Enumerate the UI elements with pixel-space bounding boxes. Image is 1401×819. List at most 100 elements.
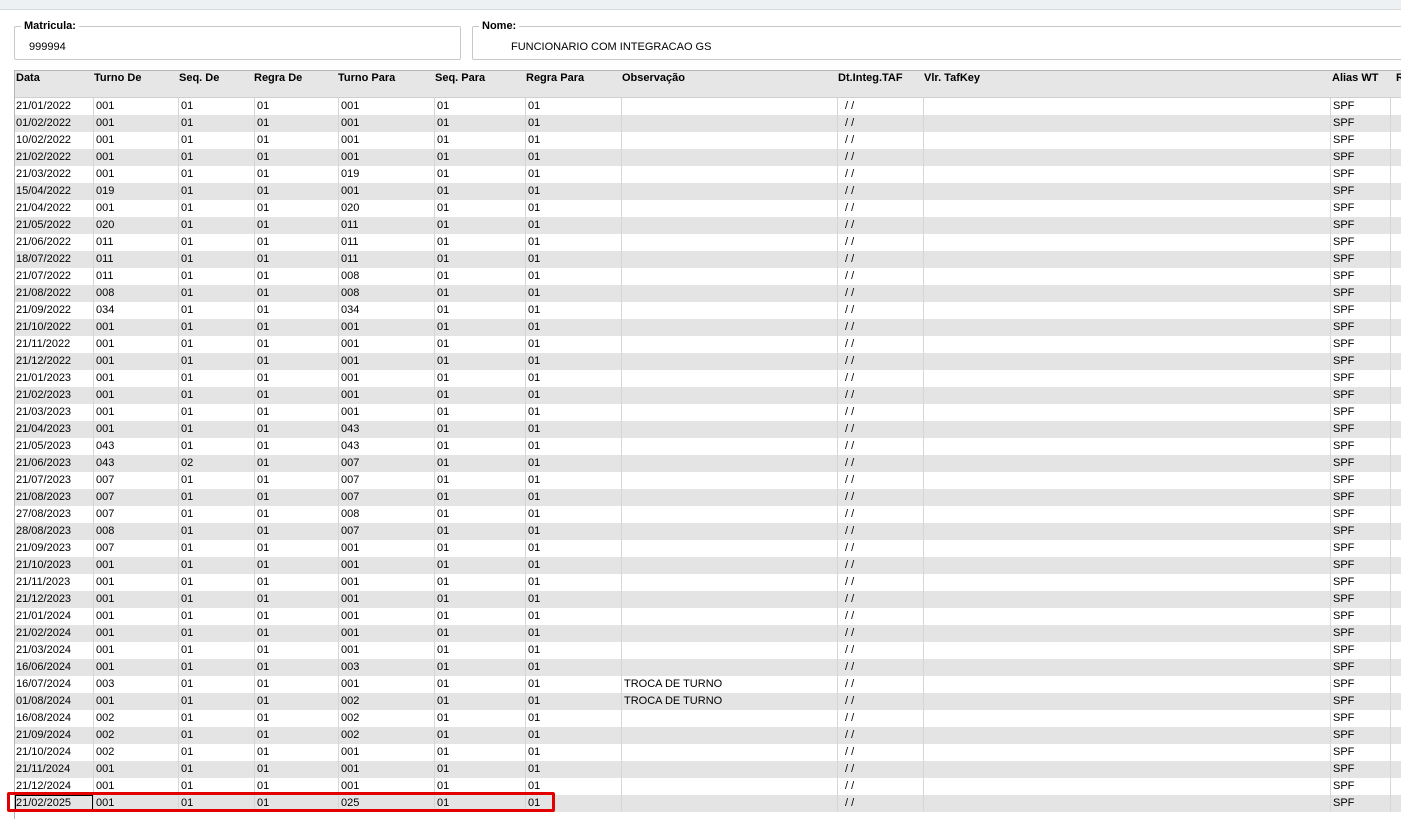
cell-re[interactable] (1390, 336, 1401, 353)
cell-seq-para[interactable]: 01 (434, 795, 525, 812)
cell-re[interactable] (1390, 115, 1401, 132)
cell-turno-para[interactable]: 011 (338, 217, 434, 234)
table-row[interactable]: 21/02/2024 001 01 01 001 01 01/ / SPF (15, 625, 1401, 642)
cell-regra-de[interactable]: 01 (254, 404, 338, 421)
cell-regra-para[interactable]: 01 (525, 608, 621, 625)
cell-dt-integ-taf[interactable]: / / (837, 149, 923, 166)
cell-seq-para[interactable]: 01 (434, 234, 525, 251)
table-row[interactable]: 21/11/2022 001 01 01 001 01 01/ / SPF (15, 336, 1401, 353)
cell-data[interactable]: 21/04/2022 (15, 200, 93, 217)
cell-seq-de[interactable]: 01 (178, 251, 254, 268)
cell-regra-para[interactable]: 01 (525, 98, 621, 115)
cell-regra-para[interactable]: 01 (525, 438, 621, 455)
cell-observacao[interactable] (621, 795, 837, 812)
cell-data[interactable]: 16/08/2024 (15, 710, 93, 727)
cell-turno-para[interactable]: 001 (338, 642, 434, 659)
cell-alias-wt[interactable]: SPF (1330, 319, 1390, 336)
cell-regra-de[interactable]: 01 (254, 591, 338, 608)
cell-seq-de[interactable]: 01 (178, 523, 254, 540)
cell-re[interactable] (1390, 234, 1401, 251)
cell-regra-de[interactable]: 01 (254, 676, 338, 693)
cell-dt-integ-taf[interactable]: / / (837, 268, 923, 285)
table-row[interactable]: 21/04/2022 001 01 01 020 01 01/ / SPF (15, 200, 1401, 217)
cell-regra-de[interactable]: 01 (254, 200, 338, 217)
cell-re[interactable] (1390, 370, 1401, 387)
cell-seq-de[interactable]: 01 (178, 557, 254, 574)
cell-turno-para[interactable]: 011 (338, 234, 434, 251)
cell-re[interactable] (1390, 285, 1401, 302)
table-row[interactable]: 21/10/2022 001 01 01 001 01 01/ / SPF (15, 319, 1401, 336)
cell-alias-wt[interactable]: SPF (1330, 115, 1390, 132)
cell-re[interactable] (1390, 302, 1401, 319)
cell-regra-para[interactable]: 01 (525, 404, 621, 421)
table-row[interactable]: 21/02/2025 001 01 01 025 01 01/ / SPF (15, 795, 1401, 812)
table-row[interactable]: 21/12/2022 001 01 01 001 01 01/ / SPF (15, 353, 1401, 370)
cell-observacao[interactable] (621, 149, 837, 166)
cell-turno-de[interactable]: 001 (93, 778, 178, 795)
cell-turno-de[interactable]: 002 (93, 710, 178, 727)
cell-turno-de[interactable]: 007 (93, 472, 178, 489)
column-header-observacao[interactable]: Observação (622, 72, 685, 84)
column-header-regra-de[interactable]: Regra De (254, 72, 302, 84)
cell-turno-de[interactable]: 001 (93, 761, 178, 778)
cell-seq-para[interactable]: 01 (434, 744, 525, 761)
cell-seq-para[interactable]: 01 (434, 98, 525, 115)
cell-turno-para[interactable]: 001 (338, 336, 434, 353)
cell-re[interactable] (1390, 404, 1401, 421)
cell-observacao[interactable] (621, 574, 837, 591)
column-header-seq-de[interactable]: Seq. De (179, 72, 219, 84)
cell-seq-de[interactable]: 01 (178, 98, 254, 115)
column-header-re[interactable]: Re (1396, 72, 1401, 84)
cell-turno-de[interactable]: 001 (93, 149, 178, 166)
table-row[interactable]: 21/11/2023 001 01 01 001 01 01/ / SPF (15, 574, 1401, 591)
cell-regra-para[interactable]: 01 (525, 336, 621, 353)
cell-alias-wt[interactable]: SPF (1330, 200, 1390, 217)
cell-observacao[interactable] (621, 302, 837, 319)
cell-seq-de[interactable]: 01 (178, 625, 254, 642)
table-row[interactable]: 21/04/2023 001 01 01 043 01 01/ / SPF (15, 421, 1401, 438)
cell-seq-para[interactable]: 01 (434, 659, 525, 676)
cell-regra-de[interactable]: 01 (254, 438, 338, 455)
cell-seq-para[interactable]: 01 (434, 693, 525, 710)
cell-turno-de[interactable]: 002 (93, 744, 178, 761)
cell-data[interactable]: 21/12/2024 (15, 778, 93, 795)
cell-turno-para[interactable]: 019 (338, 166, 434, 183)
cell-turno-de[interactable]: 001 (93, 98, 178, 115)
cell-vlr-tafkey[interactable] (923, 574, 1330, 591)
cell-seq-para[interactable]: 01 (434, 200, 525, 217)
cell-dt-integ-taf[interactable]: / / (837, 370, 923, 387)
cell-regra-de[interactable]: 01 (254, 574, 338, 591)
cell-data[interactable]: 27/08/2023 (15, 506, 93, 523)
cell-vlr-tafkey[interactable] (923, 149, 1330, 166)
cell-seq-de[interactable]: 01 (178, 778, 254, 795)
table-row[interactable]: 16/07/2024 003 01 01 001 01 01 TROCA DE TURNO / … (15, 676, 1401, 693)
cell-alias-wt[interactable]: SPF (1330, 710, 1390, 727)
cell-seq-de[interactable]: 01 (178, 744, 254, 761)
cell-regra-para[interactable]: 01 (525, 115, 621, 132)
cell-turno-para[interactable]: 001 (338, 404, 434, 421)
cell-seq-de[interactable]: 01 (178, 472, 254, 489)
cell-seq-de[interactable]: 01 (178, 506, 254, 523)
cell-dt-integ-taf[interactable]: / / (837, 200, 923, 217)
cell-dt-integ-taf[interactable]: / / (837, 234, 923, 251)
cell-data[interactable]: 16/07/2024 (15, 676, 93, 693)
cell-vlr-tafkey[interactable] (923, 489, 1330, 506)
cell-data[interactable]: 21/02/2023 (15, 387, 93, 404)
cell-seq-de[interactable]: 01 (178, 421, 254, 438)
cell-regra-de[interactable]: 01 (254, 523, 338, 540)
cell-alias-wt[interactable]: SPF (1330, 455, 1390, 472)
cell-data[interactable]: 21/03/2024 (15, 642, 93, 659)
cell-data[interactable]: 01/02/2022 (15, 115, 93, 132)
cell-vlr-tafkey[interactable] (923, 200, 1330, 217)
column-header-turno-para[interactable]: Turno Para (338, 72, 395, 84)
cell-alias-wt[interactable]: SPF (1330, 591, 1390, 608)
cell-observacao[interactable] (621, 268, 837, 285)
cell-observacao[interactable] (621, 557, 837, 574)
cell-regra-de[interactable]: 01 (254, 778, 338, 795)
cell-turno-de[interactable]: 001 (93, 200, 178, 217)
cell-alias-wt[interactable]: SPF (1330, 438, 1390, 455)
cell-alias-wt[interactable]: SPF (1330, 217, 1390, 234)
cell-vlr-tafkey[interactable] (923, 421, 1330, 438)
cell-turno-para[interactable]: 001 (338, 608, 434, 625)
table-row[interactable]: 21/08/2022 008 01 01 008 01 01/ / SPF (15, 285, 1401, 302)
